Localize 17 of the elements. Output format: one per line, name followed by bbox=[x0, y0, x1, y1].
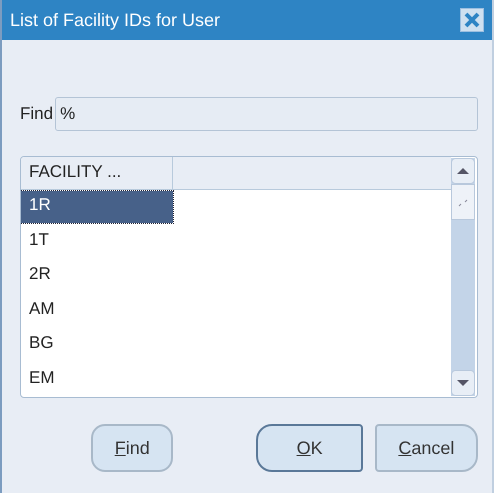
window-title: List of Facility IDs for User bbox=[10, 10, 220, 30]
scrollbar[interactable] bbox=[451, 158, 475, 396]
dialog-button[interactable]: OK bbox=[256, 424, 363, 472]
dialog-button[interactable]: Cancel bbox=[374, 424, 478, 472]
scroll-thumb[interactable] bbox=[451, 184, 475, 220]
find-label: Find bbox=[20, 104, 54, 124]
table-row[interactable]: 1R bbox=[21, 191, 173, 224]
table-row[interactable]: BG bbox=[21, 329, 173, 362]
table-row[interactable]: 2R bbox=[21, 260, 173, 292]
scroll-down-icon[interactable] bbox=[451, 370, 475, 396]
scroll-up-icon[interactable] bbox=[451, 158, 475, 184]
find-field[interactable]: % bbox=[55, 97, 478, 131]
table-row[interactable]: 1T bbox=[21, 226, 173, 258]
table-row[interactable]: EM bbox=[21, 364, 173, 396]
dialog-button[interactable]: Find bbox=[91, 424, 174, 472]
table-row[interactable]: AM bbox=[21, 294, 173, 327]
close-icon[interactable] bbox=[460, 8, 484, 32]
